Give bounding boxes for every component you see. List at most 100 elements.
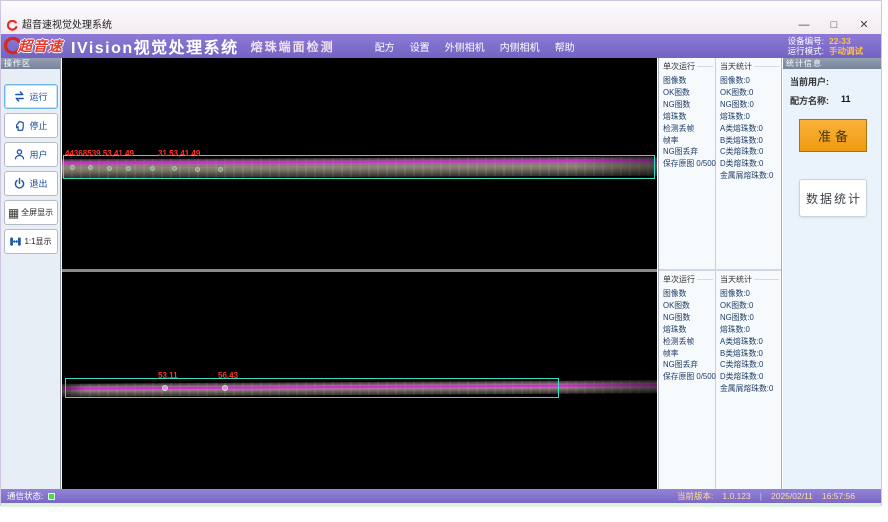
device-number-value: 22-33 (829, 36, 873, 47)
single-run-list: 图像数OK图数NG图数熔珠数检测丢帧帧率NG图丢弃保存原图 0/500 (663, 288, 715, 383)
info-panel: 统计信息 当前用户: 配方名称: 11 准备 数据统计 (783, 58, 881, 489)
stat-row: NG图数:0 (720, 99, 781, 111)
stat-row: OK图数:0 (720, 87, 781, 99)
device-number-label: 设备编号: (788, 36, 824, 47)
menu-item[interactable]: 内侧相机 (500, 39, 540, 54)
bead-marker (88, 165, 93, 170)
stat-row: 帧率 (663, 348, 715, 360)
stat-row: C类熔珠数:0 (720, 146, 781, 158)
menu-item[interactable]: 帮助 (555, 39, 575, 54)
stat-row: C类熔珠数:0 (720, 359, 781, 371)
maximize-icon[interactable]: □ (819, 18, 849, 32)
data-statistics-button[interactable]: 数据统计 (799, 179, 867, 217)
detection-box (65, 378, 559, 398)
page-subtitle: 熔珠端面检测 (251, 38, 335, 55)
app-logo-icon (7, 20, 18, 31)
stat-row: OK图数:0 (720, 300, 781, 312)
stat-row: B类熔珠数:0 (720, 135, 781, 147)
prepare-button[interactable]: 准备 (799, 119, 867, 152)
brand-logo: 超音速 (4, 36, 63, 56)
recipe-name-value: 11 (841, 94, 851, 107)
stat-row: NG图数:0 (720, 312, 781, 324)
stat-row: OK图数 (663, 87, 715, 99)
exit-button-label: 退出 (29, 177, 47, 190)
recipe-name-label: 配方名称: (790, 94, 829, 107)
camera-view-bottom: 53.11 56.43 (62, 272, 657, 489)
stat-row: 图像数:0 (720, 288, 781, 300)
measurement-annotation: 31.53,41.49 (158, 149, 200, 158)
bead-marker (195, 167, 200, 172)
run-mode-label: 运行模式: (788, 46, 824, 57)
stat-row: D类熔珠数:0 (720, 158, 781, 170)
status-date: 2025/02/11 (771, 491, 813, 501)
status-bar: 通信状态: 当前版本: 1.0.123 | 2025/02/11 16:57:5… (1, 489, 881, 503)
power-icon (13, 177, 26, 190)
menu-item[interactable]: 配方 (375, 39, 395, 54)
stop-button[interactable]: 停止 (4, 113, 58, 138)
stat-row: 检测丢帧 (663, 336, 715, 348)
stat-row: 保存原图 0/500 (663, 371, 715, 383)
stat-row: 金属屑熔珠数:0 (720, 170, 781, 182)
bead-marker (126, 166, 131, 171)
stat-row: 熔珠数:0 (720, 324, 781, 336)
one-to-one-icon (9, 235, 22, 248)
bead-marker (162, 385, 168, 391)
stat-row: NG图丢弃 (663, 359, 715, 371)
single-run-title: 单次运行 (663, 61, 695, 72)
stat-row: 熔珠数:0 (720, 111, 781, 123)
one-to-one-button[interactable]: 1:1显示 (4, 229, 58, 254)
menu-bar: 配方设置外侧相机内侧相机帮助 (375, 39, 575, 58)
stat-row: NG图丢弃 (663, 146, 715, 158)
device-info: 设备编号: 22-33 运行模式: 手动调试 (788, 36, 873, 57)
status-time: 16:57:56 (822, 491, 855, 501)
close-icon[interactable]: ✕ (849, 18, 879, 32)
single-run-list: 图像数OK图数NG图数熔珠数检测丢帧帧率NG图丢弃保存原图 0/500 (663, 75, 715, 170)
camera-view-top: 44368539.53,41.49 31.53,41.49 (62, 58, 657, 269)
stat-row: 帧率 (663, 135, 715, 147)
bead-marker (172, 166, 177, 171)
user-button-label: 用户 (29, 148, 47, 161)
comm-status-indicator (48, 493, 55, 500)
bead-marker (70, 165, 75, 170)
sidebar-title: 操作区 (1, 58, 60, 69)
hand-icon (13, 119, 26, 132)
bead-marker (150, 166, 155, 171)
minimize-icon[interactable]: — (789, 18, 819, 32)
stat-row: 熔珠数 (663, 111, 715, 123)
brand-name: 超音速 (18, 36, 63, 56)
run-button-label: 运行 (29, 90, 47, 103)
bead-marker (222, 385, 228, 391)
version-label: 当前版本: (677, 490, 713, 502)
app-window: 超音速视觉处理系统 — □ ✕ 超音速 IVision视觉处理系统 熔珠端面检测… (0, 0, 882, 506)
stats-group-top: 单次运行 图像数OK图数NG图数熔珠数检测丢帧帧率NG图丢弃保存原图 0/500… (659, 58, 781, 269)
exit-button[interactable]: 退出 (4, 171, 58, 196)
menu-item[interactable]: 设置 (410, 39, 430, 54)
bead-marker (218, 167, 223, 172)
stat-row: NG图数 (663, 312, 715, 324)
user-icon (13, 148, 26, 161)
stat-row: A类熔珠数:0 (720, 336, 781, 348)
today-stats-title: 当天统计 (720, 274, 752, 285)
cycle-arrows-icon (13, 90, 26, 103)
statusbar-separator: | (760, 491, 762, 501)
comm-status-label: 通信状态: (7, 490, 43, 502)
window-bottom-edge (1, 503, 881, 507)
run-button[interactable]: 运行 (4, 84, 58, 109)
stop-button-label: 停止 (29, 119, 47, 132)
measurement-annotation: 44368539.53,41.49 (65, 149, 134, 158)
today-stats-list: 图像数:0OK图数:0NG图数:0熔珠数:0A类熔珠数:0B类熔珠数:0C类熔珠… (720, 75, 781, 182)
run-mode-value: 手动调试 (829, 46, 873, 57)
statistics-panel: 单次运行 图像数OK图数NG图数熔珠数检测丢帧帧率NG图丢弃保存原图 0/500… (658, 58, 782, 489)
menu-item[interactable]: 外侧相机 (445, 39, 485, 54)
single-run-title: 单次运行 (663, 274, 695, 285)
grid-screen-icon: ▦ (8, 207, 19, 219)
stat-row: 熔珠数 (663, 324, 715, 336)
fullscreen-button[interactable]: ▦ 全屏显示 (4, 200, 58, 225)
info-panel-title: 统计信息 (783, 58, 881, 69)
user-button[interactable]: 用户 (4, 142, 58, 167)
today-stats-list: 图像数:0OK图数:0NG图数:0熔珠数:0A类熔珠数:0B类熔珠数:0C类熔珠… (720, 288, 781, 395)
stat-row: 保存原图 0/500 (663, 158, 715, 170)
page-title: IVision视觉处理系统 (71, 34, 239, 58)
stat-row: 图像数:0 (720, 75, 781, 87)
app-header: 超音速 IVision视觉处理系统 熔珠端面检测 配方设置外侧相机内侧相机帮助 … (1, 34, 881, 58)
